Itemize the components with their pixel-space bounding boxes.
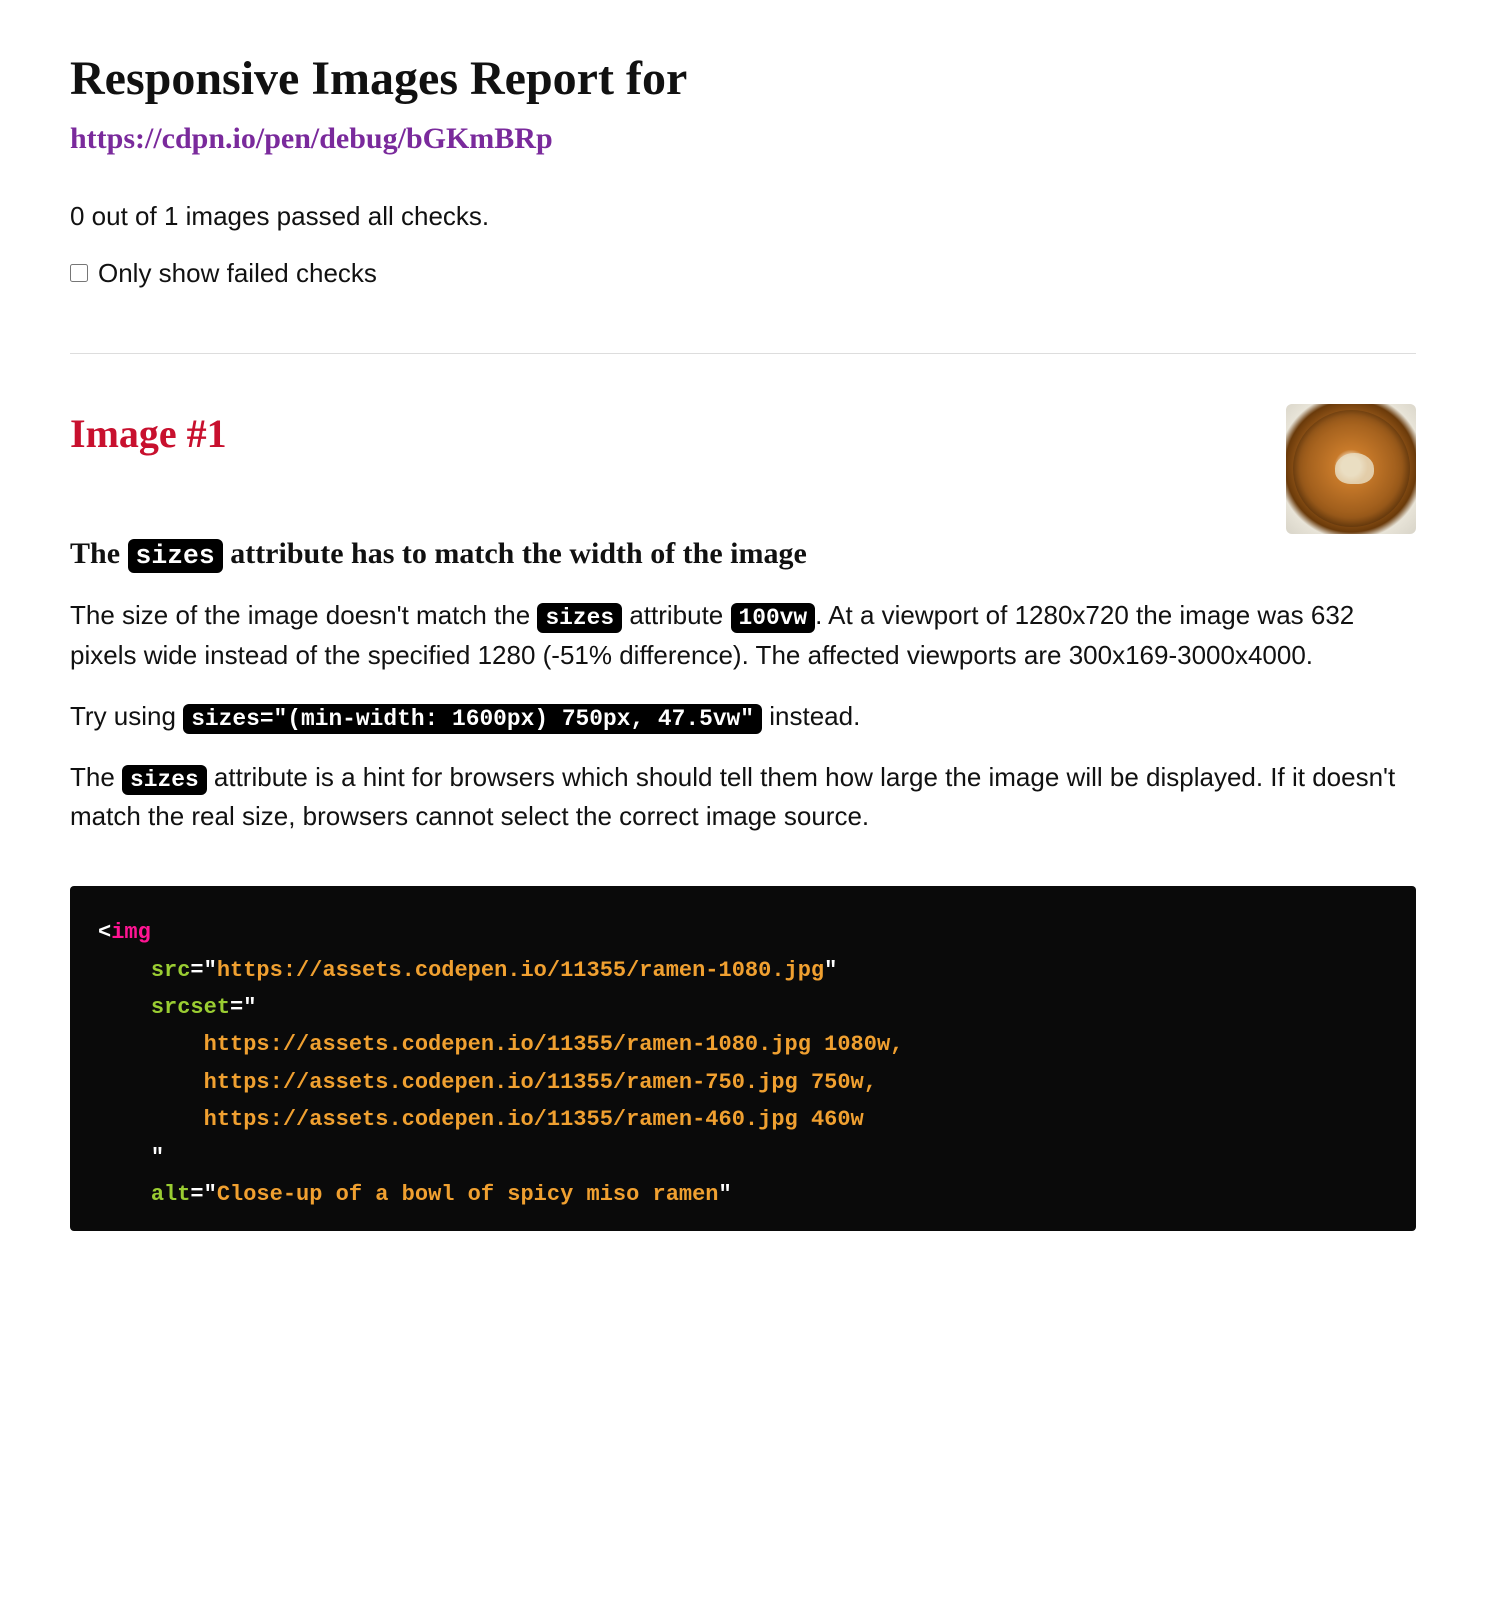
suggested-sizes-code: sizes="(min-width: 1600px) 750px, 47.5vw… <box>183 704 762 734</box>
para3-b: attribute is a hint for browsers which s… <box>70 762 1395 831</box>
srcset-w-2: 460w <box>811 1107 864 1132</box>
check-para-3: The sizes attribute is a hint for browse… <box>70 758 1416 836</box>
sizes-code: sizes <box>128 539 223 573</box>
check-para-2: Try using sizes="(min-width: 1600px) 750… <box>70 697 1416 736</box>
para1-a: The size of the image doesn't match the <box>70 600 537 630</box>
section-divider <box>70 353 1416 354</box>
check-heading: The sizes attribute has to match the wid… <box>70 534 1416 575</box>
srcset-url-2: https://assets.codepen.io/11355/ramen-46… <box>204 1107 798 1132</box>
code-attr-srcset: srcset <box>151 995 230 1020</box>
check-heading-pre: The <box>70 537 128 570</box>
sizes-value-code: 100vw <box>731 603 816 633</box>
srcset-w-0: 1080w <box>824 1032 890 1057</box>
para3-a: The <box>70 762 122 792</box>
code-snippet: <img src="https://assets.codepen.io/1135… <box>70 886 1416 1231</box>
srcset-comma-1: , <box>864 1070 877 1095</box>
sizes-code-inline: sizes <box>537 603 622 633</box>
check-heading-post: attribute has to match the width of the … <box>223 537 807 570</box>
para2-a: Try using <box>70 701 183 731</box>
image-section: Image #1 The sizes attribute has to matc… <box>70 404 1416 1232</box>
image-title: Image #1 <box>70 404 227 464</box>
page-title: Responsive Images Report for <box>70 50 1416 108</box>
summary-text: 0 out of 1 images passed all checks. <box>70 197 1416 236</box>
code-alt-value: Close-up of a bowl of spicy miso ramen <box>217 1182 719 1207</box>
filter-row: Only show failed checks <box>70 254 1416 293</box>
image-thumbnail <box>1286 404 1416 534</box>
srcset-url-0: https://assets.codepen.io/11355/ramen-10… <box>204 1032 811 1057</box>
para1-b: attribute <box>622 600 730 630</box>
report-url-link[interactable]: https://cdpn.io/pen/debug/bGKmBRp <box>70 116 553 161</box>
only-failed-label: Only show failed checks <box>98 254 377 293</box>
check-para-1: The size of the image doesn't match the … <box>70 596 1416 674</box>
srcset-w-1: 750w <box>811 1070 864 1095</box>
code-src-value: https://assets.codepen.io/11355/ramen-10… <box>217 958 824 983</box>
para2-b: instead. <box>762 701 860 731</box>
srcset-comma-0: , <box>890 1032 903 1057</box>
sizes-code-inline-3: sizes <box>122 765 207 795</box>
code-attr-alt: alt <box>151 1182 191 1207</box>
code-attr-src: src <box>151 958 191 983</box>
code-tag: img <box>111 920 151 945</box>
only-failed-checkbox[interactable] <box>70 264 88 282</box>
srcset-url-1: https://assets.codepen.io/11355/ramen-75… <box>204 1070 798 1095</box>
